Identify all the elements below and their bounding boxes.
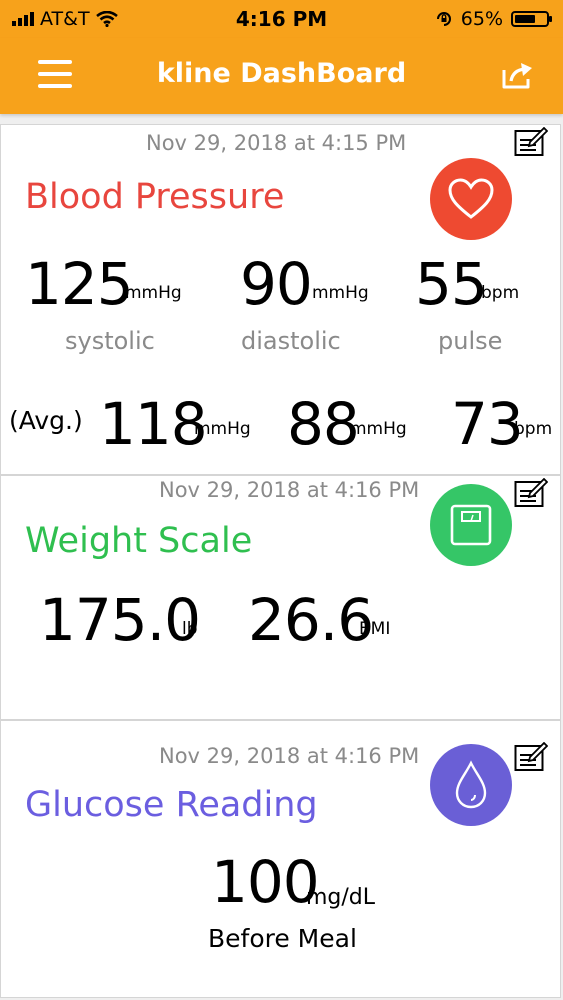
weight-title: Weight Scale xyxy=(25,521,253,561)
rotation-lock-icon xyxy=(436,12,451,26)
diastolic-label: diastolic xyxy=(241,327,341,355)
pulse-unit: bpm xyxy=(481,283,520,303)
weight-unit: lb xyxy=(182,619,198,639)
battery-percent: 65% xyxy=(460,8,503,30)
weight-value: 175.0 xyxy=(39,586,201,654)
status-bar: AT&T 4:16 PM 65% xyxy=(0,0,563,38)
diastolic-value: 90 xyxy=(240,250,313,318)
blood-pressure-card[interactable]: Nov 29, 2018 at 4:15 PM Blood Pressure 1… xyxy=(0,124,561,475)
avg-pulse-value: 73 xyxy=(451,390,524,458)
bmi-value: 26.6 xyxy=(248,586,374,654)
weight-timestamp: Nov 29, 2018 at 4:16 PM xyxy=(159,478,420,502)
drop-icon xyxy=(430,744,512,826)
bp-title: Blood Pressure xyxy=(25,177,285,217)
edit-icon[interactable] xyxy=(514,478,548,508)
share-icon[interactable] xyxy=(501,60,535,90)
glucose-timestamp: Nov 29, 2018 at 4:16 PM xyxy=(159,744,420,768)
systolic-value: 125 xyxy=(25,250,134,318)
systolic-unit: mmHg xyxy=(125,283,182,303)
systolic-label: systolic xyxy=(65,327,155,355)
weight-scale-card[interactable]: Nov 29, 2018 at 4:16 PM Weight Scale 175… xyxy=(0,475,561,720)
pulse-label: pulse xyxy=(438,327,503,355)
avg-pulse-unit: bpm xyxy=(514,419,553,439)
edit-icon[interactable] xyxy=(514,127,548,157)
diastolic-unit: mmHg xyxy=(312,283,369,303)
heart-icon xyxy=(430,158,512,240)
bp-timestamp: Nov 29, 2018 at 4:15 PM xyxy=(146,131,407,155)
avg-systolic-unit: mmHg xyxy=(194,419,251,439)
avg-diastolic-value: 88 xyxy=(287,390,360,458)
glucose-title: Glucose Reading xyxy=(25,785,318,825)
bmi-unit: BMI xyxy=(359,619,391,639)
nav-bar: kline DashBoard xyxy=(0,38,563,114)
avg-label: (Avg.) xyxy=(9,406,83,435)
edit-icon[interactable] xyxy=(514,742,548,772)
avg-diastolic-unit: mmHg xyxy=(350,419,407,439)
avg-systolic-value: 118 xyxy=(99,390,208,458)
glucose-context: Before Meal xyxy=(208,924,357,953)
pulse-value: 55 xyxy=(415,250,488,318)
glucose-unit: mg/dL xyxy=(306,885,376,910)
page-title: kline DashBoard xyxy=(156,58,407,89)
glucose-card[interactable]: Nov 29, 2018 at 4:16 PM Glucose Reading … xyxy=(0,720,561,998)
battery-icon xyxy=(511,11,552,27)
glucose-value: 100 xyxy=(211,848,320,916)
scale-icon xyxy=(430,484,512,566)
